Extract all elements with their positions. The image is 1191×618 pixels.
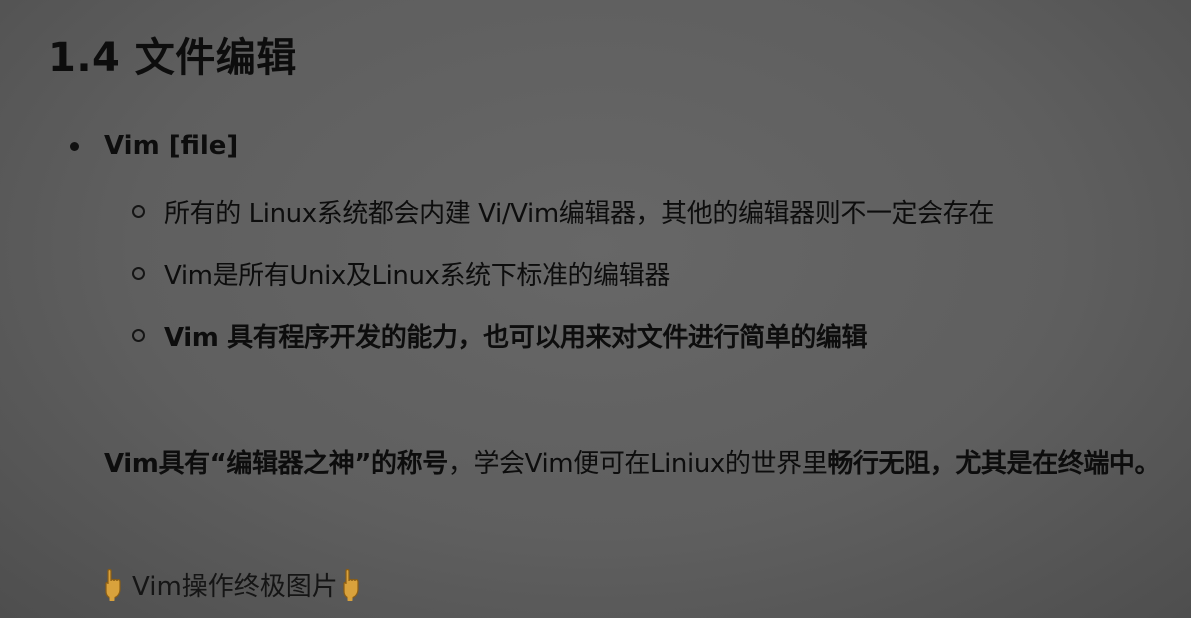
bullet-circle-icon xyxy=(132,266,145,280)
document-page: 1.4 文件编辑 Vim [file] 所有的 Linux系统都会内建 Vi/V… xyxy=(0,0,1191,618)
bullet-item-vim: Vim [file] xyxy=(70,128,238,164)
section-heading: 1.4 文件编辑 xyxy=(48,35,297,81)
paragraph-text: ，学会Vim便可在Liniux的世界里 xyxy=(447,449,828,479)
pointing-down-hand-icon xyxy=(343,568,359,601)
sub-list-item-text: Vim是所有Unix及Linux系统下标准的编辑器 xyxy=(164,260,670,291)
bullet-circle-icon xyxy=(132,204,145,218)
sub-list-item: Vim 具有程序开发的能力，也可以用来对文件进行简单的编辑 xyxy=(132,315,868,355)
vim-cheatsheet-caption: Vim操作终极图片 xyxy=(100,562,370,606)
bullet-disc-icon xyxy=(70,141,79,151)
paragraph-bold-tail: 畅行无阻，尤其是在终端中。 xyxy=(827,449,1161,479)
pointing-down-hand-icon xyxy=(105,568,121,601)
paragraph-bold-lead: Vim具有“编辑器之神”的称号 xyxy=(104,449,448,479)
bullet-circle-icon xyxy=(132,328,145,342)
sub-list-item-text: 所有的 Linux系统都会内建 Vi/Vim编辑器，其他的编辑器则不一定会存在 xyxy=(164,198,994,229)
caption-text: Vim操作终极图片 xyxy=(132,571,338,602)
sub-list-item: 所有的 Linux系统都会内建 Vi/Vim编辑器，其他的编辑器则不一定会存在 xyxy=(132,191,994,231)
sub-list-item: Vim是所有Unix及Linux系统下标准的编辑器 xyxy=(132,253,670,293)
vim-description-paragraph: Vim具有“编辑器之神”的称号，学会Vim便可在Liniux的世界里畅行无阻，尤… xyxy=(104,444,1174,485)
sub-list-item-text: Vim 具有程序开发的能力，也可以用来对文件进行简单的编辑 xyxy=(164,322,868,353)
bullet-item-label: Vim [file] xyxy=(104,131,239,161)
